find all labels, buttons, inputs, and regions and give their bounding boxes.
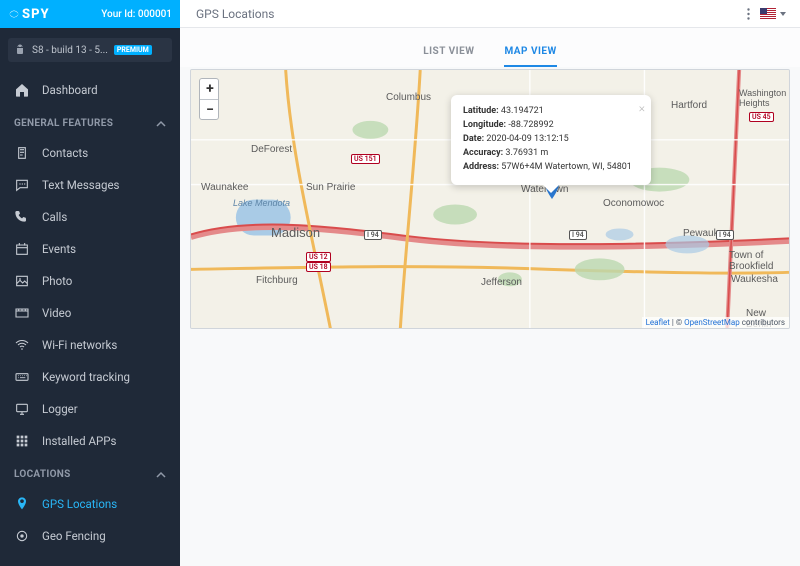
app-root: SPY Your Id: 000001 S8 - build 13 - 5...… xyxy=(0,0,800,566)
chevron-down-icon xyxy=(780,12,786,16)
device-selector[interactable]: S8 - build 13 - 5... PREMIUM xyxy=(8,38,172,62)
more-options-icon[interactable] xyxy=(747,8,750,20)
sidebar-item-installed-apps[interactable]: Installed APPs xyxy=(0,425,180,457)
chevron-up-icon xyxy=(156,119,166,129)
sidebar-item-photo[interactable]: Photo xyxy=(0,265,180,297)
sidebar-item-logger[interactable]: Logger xyxy=(0,393,180,425)
popup-close-icon[interactable]: × xyxy=(639,99,645,118)
sidebar-header: SPY Your Id: 000001 xyxy=(0,0,180,28)
view-tabs: LIST VIEW MAP VIEW xyxy=(180,28,800,67)
sidebar-item-label: Keyword tracking xyxy=(42,370,130,384)
sidebar-item-video[interactable]: Video xyxy=(0,297,180,329)
sidebar-item-contacts[interactable]: Contacts xyxy=(0,137,180,169)
us-flag-icon xyxy=(760,8,776,19)
user-id: Your Id: 000001 xyxy=(101,9,172,20)
wifi-icon xyxy=(14,337,30,353)
film-icon xyxy=(14,305,30,321)
leaflet-link[interactable]: Leaflet xyxy=(646,318,670,327)
home-icon xyxy=(14,82,30,98)
chat-icon xyxy=(14,177,30,193)
sidebar-item-label: Photo xyxy=(42,274,72,288)
sidebar-item-label: Text Messages xyxy=(42,178,119,192)
sidebar-item-label: GPS Locations xyxy=(42,497,117,511)
pin-icon xyxy=(14,496,30,512)
android-icon xyxy=(14,44,26,56)
phone-icon xyxy=(14,209,30,225)
map-container[interactable]: Madison Fitchburg Waunakee DeForest Sun … xyxy=(190,69,790,329)
sidebar-item-label: Dashboard xyxy=(42,83,98,97)
apps-icon xyxy=(14,433,30,449)
sidebar-section-locations[interactable]: LOCATIONS xyxy=(0,457,180,488)
sidebar-item-label: Installed APPs xyxy=(42,434,116,448)
main: GPS Locations LIST VIEW MAP VIEW xyxy=(180,0,800,566)
sidebar-item-keyword-tracking[interactable]: Keyword tracking xyxy=(0,361,180,393)
map-attribution: Leaflet | © OpenStreetMap contributors xyxy=(642,317,789,328)
sidebar-item-calls[interactable]: Calls xyxy=(0,201,180,233)
topbar-actions xyxy=(747,8,786,20)
sidebar-item-gps-locations[interactable]: GPS Locations xyxy=(0,488,180,520)
sidebar-item-label: Events xyxy=(42,242,76,256)
osm-link[interactable]: OpenStreetMap xyxy=(684,318,740,327)
zoom-in-button[interactable]: + xyxy=(200,79,219,99)
logo-icon xyxy=(8,8,20,20)
image-icon xyxy=(14,273,30,289)
sidebar-item-wifi[interactable]: Wi-Fi networks xyxy=(0,329,180,361)
device-name: S8 - build 13 - 5... xyxy=(32,45,108,56)
sidebar-item-text-messages[interactable]: Text Messages xyxy=(0,169,180,201)
sidebar: SPY Your Id: 000001 S8 - build 13 - 5...… xyxy=(0,0,180,566)
keyboard-icon xyxy=(14,369,30,385)
sidebar-item-label: Geo Fencing xyxy=(42,529,106,543)
sidebar-item-label: Contacts xyxy=(42,146,88,160)
location-popup: × Latitude: 43.194721 Longitude: -88.728… xyxy=(451,95,651,185)
sidebar-item-label: Wi-Fi networks xyxy=(42,338,117,352)
sidebar-item-label: Calls xyxy=(42,210,67,224)
tab-list-view[interactable]: LIST VIEW xyxy=(423,42,474,67)
sidebar-item-label: Video xyxy=(42,306,71,320)
brand-text: SPY xyxy=(22,7,50,22)
clipboard-icon xyxy=(14,145,30,161)
topbar: GPS Locations xyxy=(180,0,800,28)
sidebar-item-dashboard[interactable]: Dashboard xyxy=(0,74,180,106)
brand-logo: SPY xyxy=(8,7,50,22)
target-icon xyxy=(14,528,30,544)
sidebar-nav: Dashboard GENERAL FEATURES Contacts Text… xyxy=(0,74,180,566)
monitor-icon xyxy=(14,401,30,417)
sidebar-section-general[interactable]: GENERAL FEATURES xyxy=(0,106,180,137)
page-title: GPS Locations xyxy=(196,7,274,21)
sidebar-item-label: Logger xyxy=(42,402,78,416)
sidebar-item-geo-fencing[interactable]: Geo Fencing xyxy=(0,520,180,552)
premium-badge: PREMIUM xyxy=(114,45,152,55)
calendar-icon xyxy=(14,241,30,257)
tab-map-view[interactable]: MAP VIEW xyxy=(504,42,556,67)
zoom-out-button[interactable]: − xyxy=(200,99,219,119)
language-selector[interactable] xyxy=(760,8,786,19)
sidebar-item-events[interactable]: Events xyxy=(0,233,180,265)
chevron-up-icon xyxy=(156,470,166,480)
map-zoom-control: + − xyxy=(199,78,219,120)
